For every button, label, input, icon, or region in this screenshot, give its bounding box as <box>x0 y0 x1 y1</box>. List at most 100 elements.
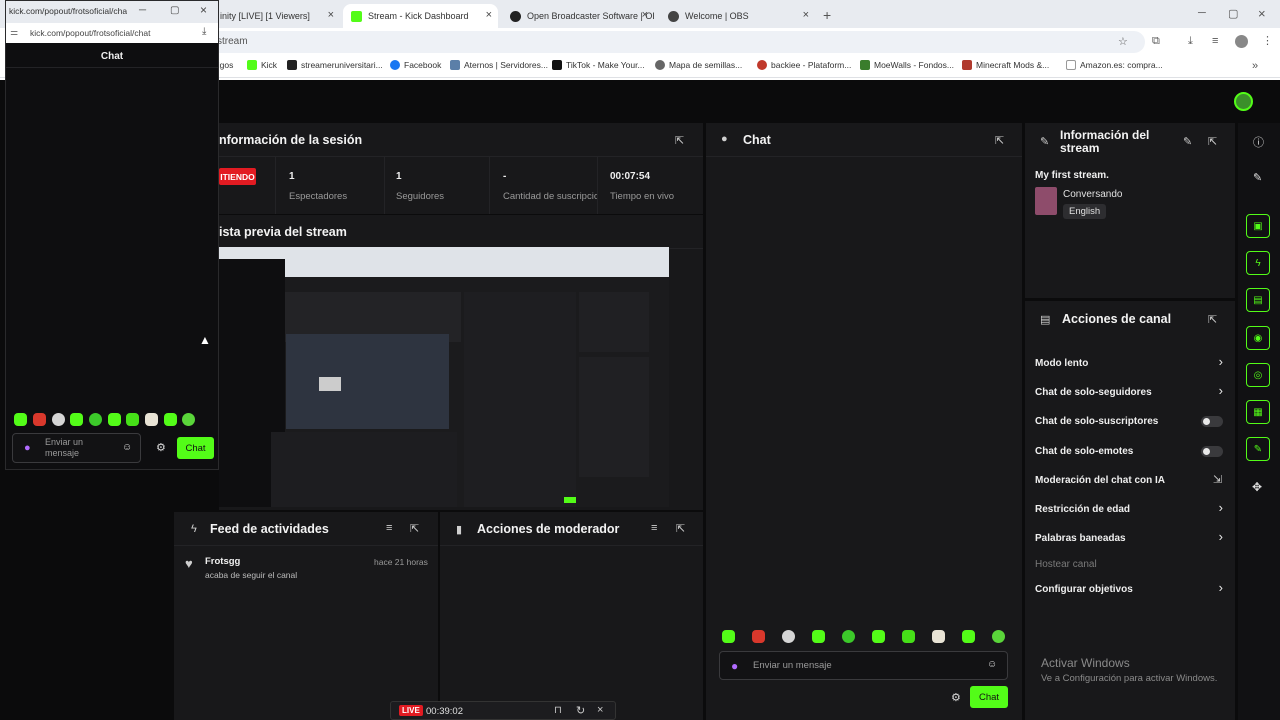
chevron-right-icon[interactable]: › <box>1219 529 1223 544</box>
avatar[interactable] <box>1234 92 1253 111</box>
refresh-icon[interactable]: ↻ <box>576 704 585 717</box>
bookmark-item[interactable]: TikTok - Make Your... <box>552 60 645 70</box>
emote-icon[interactable] <box>89 413 102 426</box>
bookmark-item[interactable]: Aternos | Servidores... <box>450 60 548 70</box>
emote-icon[interactable] <box>902 630 915 643</box>
edit-icon[interactable]: ✎ <box>1183 135 1192 148</box>
info-icon[interactable]: ⓘ <box>1253 134 1264 150</box>
popout-address-bar[interactable]: ⚌ kick.com/popout/frotsoficial/chat ⤓ <box>6 23 218 43</box>
chat-bubble-icon[interactable]: ◉ <box>1246 326 1270 350</box>
popout-icon[interactable]: ⇱ <box>675 134 684 147</box>
bookmark-item[interactable]: Minecraft Mods &... <box>962 60 1049 70</box>
layers-icon[interactable]: ▦ <box>1246 400 1270 424</box>
bookmark-item[interactable]: streameruniversitari... <box>287 60 383 70</box>
activity-user[interactable]: Frotsgg <box>205 556 240 567</box>
emote-icon[interactable] <box>812 630 825 643</box>
close-icon[interactable]: × <box>486 9 492 21</box>
slow-mode-label[interactable]: Modo lento <box>1035 358 1088 369</box>
close-icon[interactable]: × <box>642 9 648 21</box>
emote-icon[interactable] <box>842 630 855 643</box>
bolt-icon[interactable]: ϟ <box>1246 251 1270 275</box>
emote-icon[interactable] <box>782 630 795 643</box>
profile-avatar[interactable] <box>1235 35 1248 48</box>
settings-gear-icon[interactable]: ⚙ <box>951 691 961 704</box>
download-icon[interactable]: ⤓ <box>1188 35 1193 48</box>
url-input[interactable]: stream <box>205 31 1145 53</box>
pencil-icon[interactable]: ✎ <box>1253 171 1262 184</box>
tab-livestream[interactable]: inity [LIVE] [1 Viewers] × <box>212 4 340 28</box>
bookmark-item[interactable]: Amazon.es: compra... <box>1066 60 1163 70</box>
new-tab-icon[interactable]: + <box>823 7 831 23</box>
emote-icon[interactable] <box>182 413 195 426</box>
emote-icon[interactable] <box>33 413 46 426</box>
maximize-icon[interactable]: ▢ <box>170 5 179 16</box>
more-icon[interactable]: ⋮ <box>1262 34 1273 47</box>
emote-icon[interactable] <box>14 413 27 426</box>
document-icon[interactable]: ▤ <box>1246 288 1270 312</box>
popout-icon[interactable]: ⇱ <box>410 522 419 535</box>
emote-icon[interactable] <box>164 413 177 426</box>
popout-icon[interactable]: ⇱ <box>676 522 685 535</box>
subscribers-only-toggle[interactable] <box>1201 416 1223 427</box>
emote-icon[interactable] <box>145 413 158 426</box>
age-restriction-label[interactable]: Restricción de edad <box>1035 504 1130 515</box>
emote-icon[interactable] <box>108 413 121 426</box>
external-link-icon[interactable]: ⇲ <box>1213 473 1222 486</box>
ai-moderation-label[interactable]: Moderación del chat con IA <box>1035 475 1165 486</box>
download-icon[interactable]: ⤓ <box>202 26 206 37</box>
popout-send-button[interactable]: Chat <box>177 437 214 459</box>
emote-icon[interactable] <box>752 630 765 643</box>
bookmark-item[interactable]: Facebook <box>390 60 441 70</box>
popout-icon[interactable]: ⇱ <box>1208 135 1217 148</box>
filter-icon[interactable]: ≡ <box>386 522 392 534</box>
emote-icon[interactable] <box>126 413 139 426</box>
emote-icon[interactable] <box>872 630 885 643</box>
maximize-icon[interactable]: ▢ <box>1228 7 1238 20</box>
banned-words-label[interactable]: Palabras baneadas <box>1035 533 1126 544</box>
star-icon[interactable]: ☆ <box>1118 35 1128 48</box>
emotes-only-toggle[interactable] <box>1201 446 1223 457</box>
popout-icon[interactable]: ⇱ <box>1208 313 1217 326</box>
broadcast-icon[interactable]: ◎ <box>1246 363 1270 387</box>
minimize-icon[interactable]: ─ <box>139 5 146 16</box>
close-icon[interactable]: × <box>328 9 334 21</box>
screenshot-icon[interactable]: ▣ <box>1246 214 1270 238</box>
bookmark-item[interactable]: Kick <box>247 60 277 70</box>
popout-icon[interactable]: ⇱ <box>995 134 1004 147</box>
stream-preview-video[interactable] <box>219 247 669 507</box>
emote-icon[interactable] <box>992 630 1005 643</box>
site-settings-icon[interactable]: ⚌ <box>10 27 18 38</box>
followers-only-label[interactable]: Chat de solo-seguidores <box>1035 387 1152 398</box>
chevron-right-icon[interactable]: » <box>1252 60 1258 72</box>
emote-icon[interactable] <box>52 413 65 426</box>
emote-icon[interactable] <box>962 630 975 643</box>
menu-list-icon[interactable]: ≡ <box>1212 35 1218 47</box>
close-icon[interactable]: × <box>803 9 809 21</box>
minimize-icon[interactable]: ─ <box>1198 7 1206 19</box>
bookmark-item[interactable]: MoeWalls - Fondos... <box>860 60 954 70</box>
wrench-icon[interactable]: ✎ <box>1246 437 1270 461</box>
settings-gear-icon[interactable]: ⚙ <box>156 441 166 454</box>
bookmark-item[interactable]: backiee - Plataform... <box>757 60 851 70</box>
emote-icon[interactable] <box>932 630 945 643</box>
chat-send-button[interactable]: Chat <box>970 686 1008 708</box>
close-window-icon[interactable]: × <box>1258 6 1266 21</box>
tab-welcome-obs[interactable]: Welcome | OBS × <box>660 4 815 28</box>
popout-message-input[interactable]: ● Enviar un mensaje ☺ <box>12 433 141 463</box>
chat-message-input[interactable]: ● Enviar un mensaje ☺ <box>719 651 1008 680</box>
close-icon[interactable]: × <box>597 704 603 716</box>
chevron-right-icon[interactable]: › <box>1219 580 1223 595</box>
microphone-icon[interactable]: ● <box>24 442 31 454</box>
emoji-icon[interactable]: ☺ <box>987 659 997 670</box>
emote-icon[interactable] <box>70 413 83 426</box>
extensions-icon[interactable]: ⧉ <box>1152 35 1160 48</box>
tab-kick-dashboard[interactable]: Stream - Kick Dashboard × <box>343 4 498 28</box>
filter-icon[interactable]: ≡ <box>651 522 657 534</box>
configure-goals-label[interactable]: Configurar objetivos <box>1035 584 1133 595</box>
tab-obs[interactable]: Open Broadcaster Software | OB × <box>502 4 654 28</box>
chevron-right-icon[interactable]: › <box>1219 354 1223 369</box>
microphone-icon[interactable]: ● <box>731 659 738 673</box>
chevron-right-icon[interactable]: › <box>1219 383 1223 398</box>
close-window-icon[interactable]: × <box>200 3 207 17</box>
layout-icon[interactable]: ✥ <box>1252 480 1262 494</box>
